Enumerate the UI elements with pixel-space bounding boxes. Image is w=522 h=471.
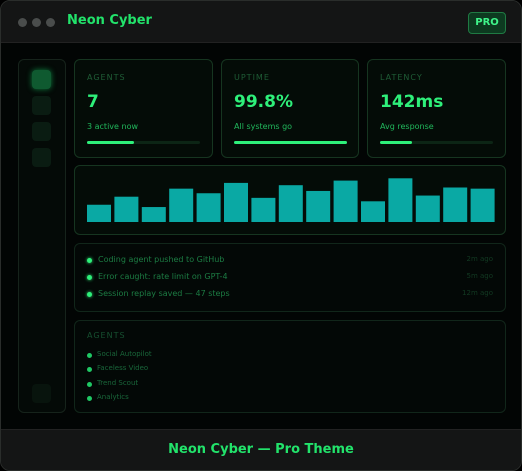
stat-card-agents[interactable]: AGENTS 7 3 active now — [74, 59, 213, 158]
chart-bar — [443, 187, 468, 222]
chart-bar — [415, 195, 440, 222]
status-dot — [87, 292, 92, 297]
chart-bar — [333, 180, 358, 222]
stat-subtext: Avg response — [380, 122, 434, 131]
chart-bar — [306, 190, 331, 222]
stat-label: AGENTS — [87, 73, 126, 82]
stat-card-latency[interactable]: LATENCY 142ms Avg response — [367, 59, 506, 158]
activity-item[interactable]: Coding agent pushed to GitHub 2m ago — [87, 255, 493, 267]
activity-time: 2m ago — [466, 255, 493, 263]
stat-subtext: 3 active now — [87, 122, 138, 131]
chart-bar — [388, 178, 413, 222]
activity-text: Session replay saved — 47 steps — [98, 289, 230, 298]
stat-value: 7 — [87, 92, 99, 112]
agent-name: Faceless Video — [97, 364, 149, 372]
agents-panel-title: AGENTS — [87, 331, 126, 340]
footer: Neon Cyber — Pro Theme — [1, 429, 521, 470]
status-dot — [87, 367, 92, 372]
chart-bar — [224, 182, 248, 222]
stat-progress-bar — [380, 141, 493, 144]
stat-progress-fill — [87, 141, 135, 144]
status-dot — [87, 396, 92, 401]
stat-progress-fill — [234, 141, 347, 144]
stat-value: 99.8% — [234, 92, 293, 112]
app-window: Neon Cyber PRO AGENTS 7 3 active now UPT… — [0, 0, 522, 471]
bar-chart-card — [74, 165, 506, 235]
activity-feed: Coding agent pushed to GitHub 2m ago Err… — [74, 243, 506, 312]
sidebar-item-settings[interactable] — [32, 384, 51, 403]
agent-name: Analytics — [97, 393, 129, 401]
chart-bar — [87, 204, 111, 222]
stat-card-uptime[interactable]: UPTIME 99.8% All systems go — [221, 59, 359, 158]
status-dot — [87, 258, 92, 263]
stat-label: UPTIME — [234, 73, 270, 82]
chart-bar — [470, 188, 495, 222]
footer-title: Neon Cyber — Pro Theme — [168, 442, 354, 457]
main-content: AGENTS 7 3 active now UPTIME 99.8% All s… — [1, 43, 521, 429]
app-title: Neon Cyber — [67, 13, 152, 28]
window-minimize-control[interactable] — [32, 18, 41, 27]
stat-progress-bar — [87, 141, 200, 144]
agent-name: Trend Scout — [97, 379, 139, 387]
chart-bar — [169, 188, 194, 222]
status-dot — [87, 353, 92, 358]
activity-item[interactable]: Session replay saved — 47 steps 12m ago — [87, 289, 493, 301]
stat-label: LATENCY — [380, 73, 423, 82]
chart-bar — [251, 197, 276, 222]
activity-time: 5m ago — [466, 272, 493, 280]
pro-badge[interactable]: PRO — [468, 12, 506, 34]
stat-subtext: All systems go — [234, 122, 293, 131]
window-close-control[interactable] — [18, 18, 27, 27]
activity-item[interactable]: Error caught: rate limit on GPT-4 5m ago — [87, 272, 493, 284]
chart-bar — [278, 185, 303, 222]
window-maximize-control[interactable] — [46, 18, 55, 27]
agent-name: Social Autopilot — [97, 350, 152, 358]
sidebar — [18, 59, 66, 413]
agents-panel: AGENTS Social Autopilot Faceless Video T… — [74, 320, 506, 413]
activity-time: 12m ago — [462, 289, 493, 297]
chart-bar — [196, 193, 221, 222]
sidebar-item-4[interactable] — [32, 148, 51, 167]
chart-bar — [361, 201, 385, 222]
sidebar-item-2[interactable] — [32, 96, 51, 115]
chart-bar — [114, 196, 139, 222]
chart-bar — [141, 207, 166, 222]
stat-value: 142ms — [380, 92, 444, 112]
title-bar: Neon Cyber PRO — [1, 1, 521, 43]
sidebar-item-3[interactable] — [32, 122, 51, 141]
activity-text: Error caught: rate limit on GPT-4 — [98, 272, 228, 281]
stat-progress-fill — [380, 141, 412, 144]
activity-text: Coding agent pushed to GitHub — [98, 255, 225, 264]
bar-chart — [87, 178, 495, 222]
status-dot — [87, 275, 92, 280]
stat-progress-bar — [234, 141, 347, 144]
status-dot — [87, 382, 92, 387]
sidebar-item-active[interactable] — [32, 70, 51, 89]
